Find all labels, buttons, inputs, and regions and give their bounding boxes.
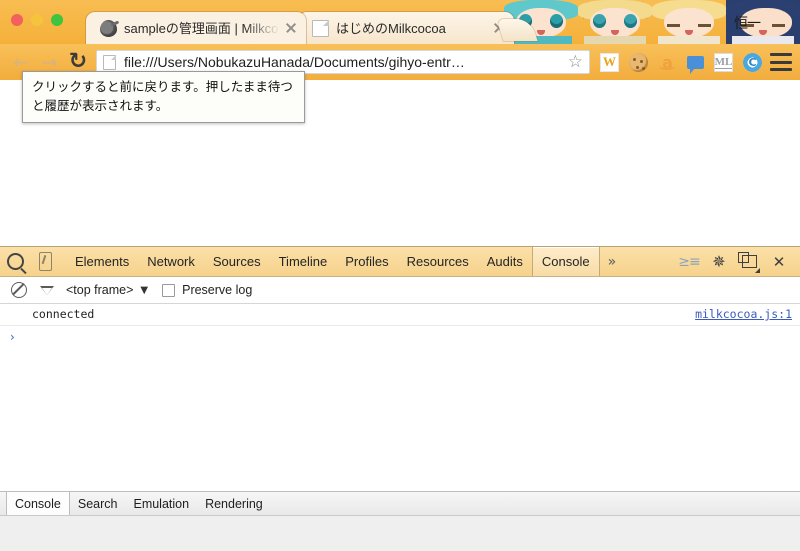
preserve-log-label: Preserve log — [182, 283, 253, 297]
dock-side-icon — [737, 252, 760, 273]
tab-title: はじめのMilkcocoa — [336, 20, 446, 36]
tab-strip: 恒一 sampleの管理画面 | Milkcoc はじめのMilkcocoa — [0, 0, 800, 44]
close-tab-icon[interactable] — [284, 21, 298, 35]
close-devtools-icon: ✕ — [772, 252, 786, 271]
page-icon — [312, 19, 329, 37]
arrow-right-icon — [41, 53, 59, 71]
more-tabs-icon[interactable]: » — [600, 247, 625, 276]
inspect-element-button[interactable] — [0, 247, 30, 276]
tab-sources[interactable]: Sources — [204, 247, 270, 276]
dock-side-button[interactable] — [736, 249, 762, 275]
minimize-window-button[interactable] — [31, 14, 43, 26]
cocoa-bean-icon — [100, 19, 117, 37]
gear-icon: ✵ — [712, 252, 726, 271]
bookmark-star-icon[interactable]: ☆ — [565, 53, 583, 71]
frame-selector[interactable]: <top frame> — [66, 283, 133, 297]
show-drawer-icon: ≥≡ — [678, 253, 700, 270]
console-log-message: connected — [32, 307, 95, 321]
browser-window: 恒一 sampleの管理画面 | Milkcoc はじめのMilkcocoa ←… — [0, 0, 800, 551]
filter-funnel-icon[interactable] — [40, 285, 54, 295]
theme-figure-3 — [652, 0, 726, 44]
window-controls — [11, 14, 63, 26]
devtools-toolbar-actions: ≥≡ ✵ ✕ — [676, 247, 800, 276]
console-prompt[interactable]: › — [0, 326, 800, 348]
clear-console-icon[interactable] — [11, 282, 27, 298]
tab-sample-admin[interactable]: sampleの管理画面 | Milkcoc — [86, 12, 306, 44]
console-log-row: connected milkcocoa.js:1 — [0, 304, 800, 326]
reload-icon: ↻ — [68, 49, 88, 74]
preserve-log-checkbox[interactable] — [162, 283, 176, 297]
settings-button[interactable]: ✵ — [706, 249, 732, 275]
drawer-tab-console[interactable]: Console — [6, 492, 70, 515]
drawer-content — [0, 516, 800, 551]
console-filter-bar: <top frame> ▼ Preserve log — [0, 277, 800, 304]
devtools-toolbar: Elements Network Sources Timeline Profil… — [0, 247, 800, 277]
tab-hajime-no-milkcocoa[interactable]: はじめのMilkcocoa — [298, 12, 514, 44]
zoom-window-button[interactable] — [51, 14, 63, 26]
close-devtools-button[interactable]: ✕ — [766, 249, 792, 275]
arrow-left-icon — [13, 53, 31, 71]
devtools-panel: Elements Network Sources Timeline Profil… — [0, 246, 800, 551]
theme-overlay-text: 恒一 — [734, 16, 761, 32]
theme-figure-2 — [578, 0, 652, 44]
tab-elements[interactable]: Elements — [66, 247, 138, 276]
devtools-drawer: Console Search Emulation Rendering — [0, 491, 800, 551]
back-button-tooltip: クリックすると前に戻ります。押したまま待つと履歴が表示されます。 — [22, 71, 305, 123]
device-toggle-icon — [38, 252, 52, 271]
menu-line — [770, 68, 792, 71]
tab-profiles[interactable]: Profiles — [336, 247, 397, 276]
magnifier-icon — [6, 253, 24, 270]
ml-extension-icon[interactable]: ML — [714, 52, 733, 72]
drawer-tab-list: Console Search Emulation Rendering — [0, 492, 800, 516]
theme-artwork: 恒一 — [500, 0, 800, 44]
menu-line — [770, 53, 792, 56]
chat-extension-icon[interactable] — [687, 55, 704, 74]
extension-icons: W a ML C — [600, 52, 762, 74]
drawer-tab-emulation[interactable]: Emulation — [125, 492, 197, 515]
drawer-tab-search[interactable]: Search — [70, 492, 126, 515]
tab-title: sampleの管理画面 | Milkcoc — [124, 20, 278, 36]
prompt-caret-icon: › — [10, 330, 15, 344]
menu-line — [770, 60, 792, 64]
amazon-extension-icon[interactable]: a — [658, 53, 677, 72]
url-text: file:///Users/NobukazuHanada/Documents/g… — [124, 54, 465, 70]
page-info-icon[interactable] — [103, 54, 116, 70]
tab-timeline[interactable]: Timeline — [270, 247, 337, 276]
tab-resources[interactable]: Resources — [398, 247, 478, 276]
device-mode-button[interactable] — [30, 247, 60, 276]
cookie-extension-icon[interactable] — [629, 52, 648, 72]
drawer-tab-rendering[interactable]: Rendering — [197, 492, 271, 515]
tab-list: sampleの管理画面 | Milkcoc はじめのMilkcocoa — [86, 12, 514, 44]
w-extension-icon[interactable]: W — [600, 52, 619, 72]
tab-audits[interactable]: Audits — [478, 247, 532, 276]
chevron-down-icon[interactable]: ▼ — [140, 285, 148, 296]
chrome-menu-button[interactable] — [770, 53, 792, 71]
tab-console[interactable]: Console — [531, 247, 600, 276]
devtools-tab-list: Elements Network Sources Timeline Profil… — [66, 247, 624, 276]
close-window-button[interactable] — [11, 14, 23, 26]
ml-extension-label: ML — [714, 55, 733, 69]
console-output[interactable]: connected milkcocoa.js:1 › — [0, 304, 800, 491]
tab-network[interactable]: Network — [138, 247, 204, 276]
console-log-source-link[interactable]: milkcocoa.js:1 — [695, 307, 792, 321]
c-extension-icon[interactable]: C — [743, 52, 762, 72]
show-drawer-button[interactable]: ≥≡ — [676, 249, 702, 275]
